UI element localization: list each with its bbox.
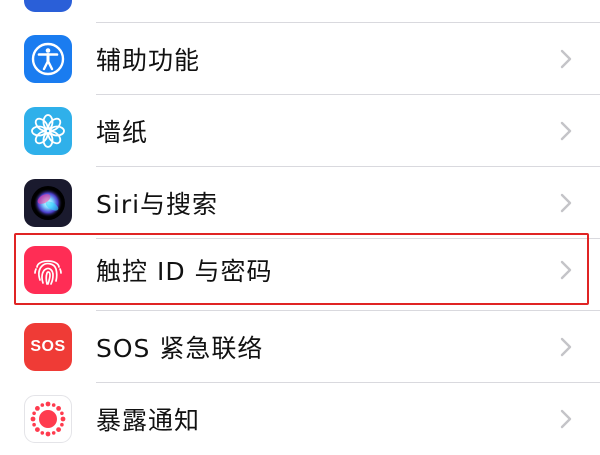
chevron-right-icon bbox=[556, 44, 576, 74]
settings-item-label: 暴露通知 bbox=[96, 406, 201, 435]
chevron-right-icon bbox=[556, 255, 576, 285]
wallpaper-flower-icon bbox=[24, 107, 72, 155]
settings-row-emergency-sos[interactable]: SOS SOS 紧急联络 bbox=[0, 311, 600, 383]
fingerprint-icon bbox=[24, 246, 72, 294]
settings-item-label: 辅助功能 bbox=[96, 46, 201, 75]
chevron-right-icon bbox=[556, 332, 576, 362]
settings-row-accessibility[interactable]: 辅助功能 bbox=[0, 23, 600, 95]
exposure-notification-icon bbox=[24, 395, 72, 443]
chevron-right-icon bbox=[556, 116, 576, 146]
settings-item-label: 墙纸 bbox=[96, 118, 149, 147]
settings-row-exposure-notifications[interactable]: 暴露通知 bbox=[0, 383, 600, 455]
settings-row-siri[interactable]: Siri与搜索 bbox=[0, 167, 600, 239]
settings-row-wallpaper[interactable]: 墙纸 bbox=[0, 95, 600, 167]
chevron-right-icon bbox=[556, 188, 576, 218]
settings-row-touch-id[interactable]: 触控 ID 与密码 bbox=[0, 234, 600, 306]
settings-item-label: Siri与搜索 bbox=[96, 190, 219, 219]
sos-icon: SOS bbox=[24, 323, 72, 371]
settings-list: 辅助功能 墙纸 Siri与搜索 触控 ID 与密码 SOS SOS 紧急联络 暴… bbox=[0, 0, 600, 449]
previous-item-icon bbox=[24, 0, 72, 12]
sos-icon-text: SOS bbox=[30, 338, 66, 355]
siri-icon bbox=[24, 179, 72, 227]
chevron-right-icon bbox=[556, 404, 576, 434]
settings-item-label: SOS 紧急联络 bbox=[96, 334, 264, 363]
accessibility-icon bbox=[24, 35, 72, 83]
settings-item-label: 触控 ID 与密码 bbox=[96, 257, 273, 286]
